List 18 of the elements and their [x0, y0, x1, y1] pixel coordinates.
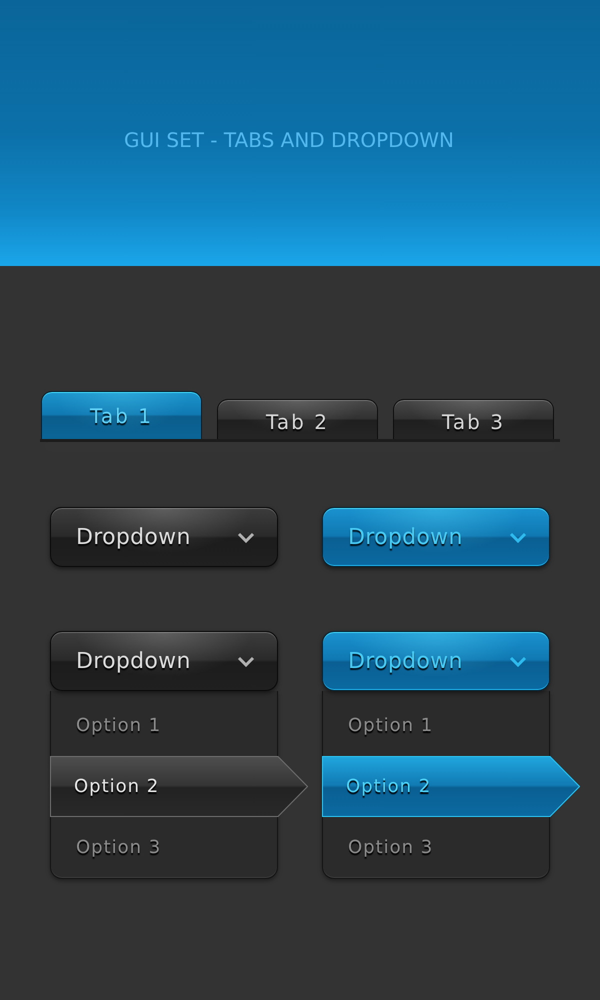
dropdown-button[interactable]: Dropdown: [322, 507, 550, 567]
dropdown-option[interactable]: Option 2: [50, 756, 308, 817]
dropdown-button[interactable]: Dropdown: [50, 507, 278, 567]
page-title: GUI SET - TABS AND DROPDOWN: [124, 128, 454, 152]
dropdown-option[interactable]: Option 2: [322, 756, 580, 817]
chevron-down-icon: [509, 656, 527, 666]
dropdown-button[interactable]: Dropdown: [50, 631, 278, 691]
dropdown-button[interactable]: Dropdown: [322, 631, 550, 691]
chevron-down-icon: [237, 656, 255, 666]
tab[interactable]: Tab 2: [217, 399, 378, 439]
dropdown-option[interactable]: Option 1: [323, 695, 549, 756]
chevron-down-icon: [509, 532, 527, 542]
tab[interactable]: Tab 1: [41, 391, 202, 439]
dropdown-option[interactable]: Option 3: [323, 817, 549, 878]
tab[interactable]: Tab 3: [393, 399, 554, 439]
dropdown-option[interactable]: Option 3: [51, 817, 277, 878]
chevron-down-icon: [237, 532, 255, 542]
dropdown-option[interactable]: Option 1: [51, 695, 277, 756]
